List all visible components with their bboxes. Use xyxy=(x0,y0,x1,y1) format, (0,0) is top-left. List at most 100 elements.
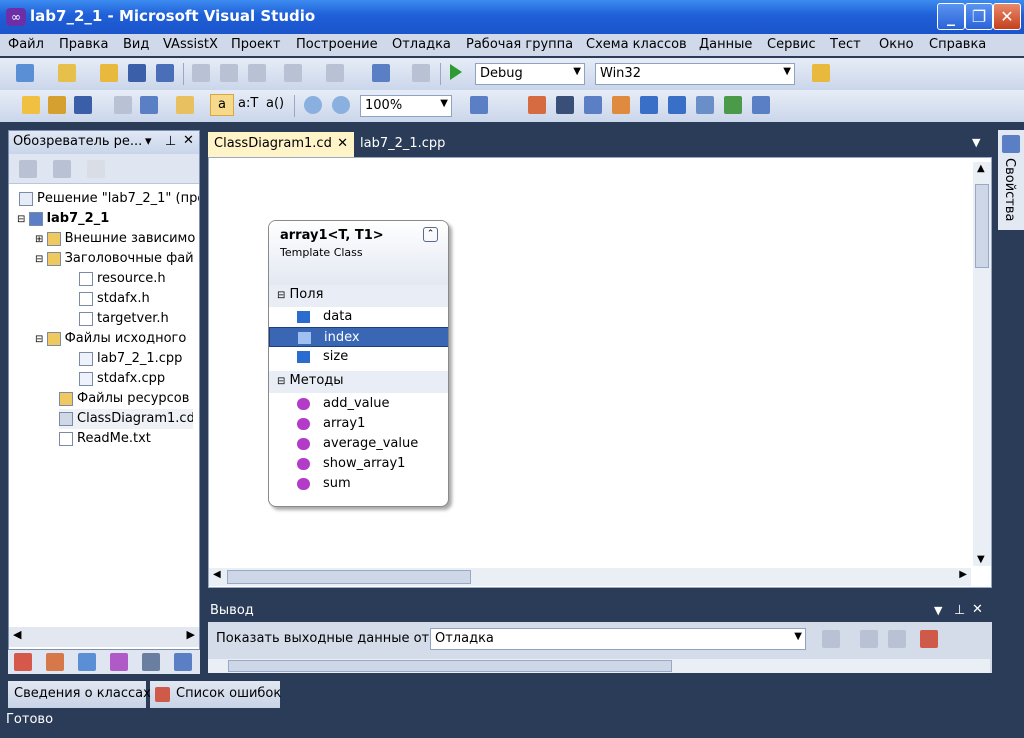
navigate-backward-icon[interactable] xyxy=(372,64,390,82)
close-button[interactable]: ✕ xyxy=(993,3,1021,30)
tree-item-readme[interactable]: ReadMe.txt xyxy=(59,429,199,449)
find-symbol-icon[interactable] xyxy=(584,96,602,114)
collapse-section-icon[interactable]: ⊟ xyxy=(277,376,285,387)
menu-item-test[interactable]: Тест xyxy=(830,37,861,52)
display-full-signature-button[interactable]: a() xyxy=(266,96,284,111)
collapse-section-icon[interactable]: ⊟ xyxy=(277,290,285,301)
spell-check-icon[interactable] xyxy=(724,96,742,114)
zoom-in-icon[interactable] xyxy=(304,96,322,114)
horizontal-scroll-thumb[interactable] xyxy=(227,570,471,584)
find-in-files-icon[interactable] xyxy=(812,64,830,82)
pin-icon[interactable]: ⊥ xyxy=(165,134,176,149)
collapse-shape-icon[interactable]: ⌃ xyxy=(423,227,438,242)
class-view-icon[interactable] xyxy=(528,96,546,114)
group-by-kind-icon[interactable] xyxy=(22,96,40,114)
next-message-icon[interactable] xyxy=(888,630,906,648)
server-explorer-tab-icon[interactable] xyxy=(46,653,64,671)
output-scroll-thumb[interactable] xyxy=(228,660,672,672)
copy-icon[interactable] xyxy=(220,64,238,82)
window-layout-icon[interactable] xyxy=(470,96,488,114)
field-size[interactable]: size xyxy=(269,347,448,367)
solution-configuration-select[interactable]: Debug ▼ xyxy=(475,63,585,85)
method-average-value[interactable]: average_value xyxy=(269,434,448,454)
property-manager-tab-icon[interactable] xyxy=(142,653,160,671)
pin-icon[interactable]: ⊥ xyxy=(954,603,965,618)
chevron-down-icon[interactable]: ▾ xyxy=(145,134,152,149)
method-show-array1[interactable]: show_array1 xyxy=(269,454,448,474)
diagram-horizontal-scrollbar[interactable]: ◀ ▶ xyxy=(209,568,971,586)
tree-item-resource-files[interactable]: Файлы ресурсов xyxy=(59,389,199,409)
solution-explorer-tab-icon[interactable] xyxy=(78,653,96,671)
output-horizontal-scrollbar[interactable] xyxy=(208,659,990,673)
menu-item-project[interactable]: Проект xyxy=(231,37,280,52)
properties-side-tab[interactable]: Свойства xyxy=(998,130,1024,230)
zoom-out-icon[interactable] xyxy=(332,96,350,114)
new-project-icon[interactable] xyxy=(16,64,34,82)
previous-message-icon[interactable] xyxy=(860,630,878,648)
menu-item-team[interactable]: Рабочая группа xyxy=(466,37,573,52)
method-add-value[interactable]: add_value xyxy=(269,394,448,414)
go-back-icon[interactable] xyxy=(640,96,658,114)
layout-diagram-icon[interactable] xyxy=(114,96,132,114)
tree-item-project[interactable]: ⊟ lab7_2_1 xyxy=(17,209,199,229)
tree-item-lab7-cpp[interactable]: lab7_2_1.cpp xyxy=(79,349,199,369)
go-forward-icon[interactable] xyxy=(668,96,686,114)
field-index[interactable]: index xyxy=(269,327,448,347)
sort-by-type-icon[interactable] xyxy=(48,96,66,114)
tab-lab7-cpp[interactable]: lab7_2_1.cpp xyxy=(354,132,464,157)
tab-class-details[interactable]: Сведения о классах xyxy=(8,681,151,708)
toolbox-tab-icon[interactable] xyxy=(14,653,32,671)
call-hierarchy-icon[interactable] xyxy=(612,96,630,114)
properties-window-icon[interactable] xyxy=(752,96,770,114)
menu-item-help[interactable]: Справка xyxy=(929,37,986,52)
team-explorer-tab-icon[interactable] xyxy=(174,653,192,671)
menu-item-data[interactable]: Данные xyxy=(699,37,752,52)
find-message-icon[interactable] xyxy=(822,630,840,648)
minimize-button[interactable]: _ xyxy=(937,3,965,30)
tree-item-class-diagram[interactable]: ClassDiagram1.cd xyxy=(59,409,193,429)
menu-item-vassistx[interactable]: VAssistX xyxy=(163,37,218,52)
tab-class-diagram[interactable]: ClassDiagram1.cd ✕ xyxy=(208,132,354,157)
solution-platform-select[interactable]: Win32 ▼ xyxy=(595,63,795,85)
display-name-and-type-button[interactable]: a:T xyxy=(238,96,258,111)
scroll-right-icon[interactable]: ▶ xyxy=(187,628,195,641)
paste-icon[interactable] xyxy=(248,64,266,82)
tree-item-solution[interactable]: Решение "lab7_2_1" (про xyxy=(19,189,199,209)
object-browser-icon[interactable] xyxy=(556,96,574,114)
show-all-files-icon[interactable] xyxy=(53,160,71,178)
close-icon[interactable]: ✕ xyxy=(972,602,983,617)
tree-item-external-deps[interactable]: ⊞ Внешние зависимо xyxy=(35,229,199,249)
bookmark-icon[interactable] xyxy=(696,96,714,114)
add-item-icon[interactable] xyxy=(58,64,76,82)
export-diagram-icon[interactable] xyxy=(176,96,194,114)
maximize-button[interactable]: ❐ xyxy=(965,3,993,30)
menu-item-window[interactable]: Окно xyxy=(879,37,914,52)
navigate-forward-icon[interactable] xyxy=(412,64,430,82)
menu-item-edit[interactable]: Правка xyxy=(59,37,108,52)
tree-item-resource-h[interactable]: resource.h xyxy=(79,269,199,289)
tree-item-header-files[interactable]: ⊟ Заголовочные фай xyxy=(35,249,199,269)
cut-icon[interactable] xyxy=(192,64,210,82)
save-icon[interactable] xyxy=(128,64,146,82)
display-name-button[interactable]: a xyxy=(210,94,234,116)
chevron-down-icon[interactable]: ▼ xyxy=(934,604,942,617)
start-debugging-icon[interactable] xyxy=(450,64,462,80)
tab-list-dropdown-icon[interactable]: ▼ xyxy=(972,136,980,149)
scroll-up-icon[interactable]: ▲ xyxy=(977,163,985,174)
menu-item-view[interactable]: Вид xyxy=(123,37,149,52)
menu-item-tools[interactable]: Сервис xyxy=(767,37,816,52)
save-all-icon[interactable] xyxy=(156,64,174,82)
vertical-scroll-thumb[interactable] xyxy=(975,184,989,268)
properties-icon[interactable] xyxy=(19,160,37,178)
view-class-diagram-icon[interactable] xyxy=(87,160,105,178)
methods-section-header[interactable]: ⊟ Методы xyxy=(269,371,448,393)
method-array1[interactable]: array1 xyxy=(269,414,448,434)
tab-error-list[interactable]: Список ошибок xyxy=(150,681,281,708)
menu-item-debug[interactable]: Отладка xyxy=(392,37,451,52)
field-data[interactable]: data xyxy=(269,307,448,327)
scroll-left-icon[interactable]: ◀ xyxy=(213,569,221,580)
clear-all-icon[interactable] xyxy=(920,630,938,648)
diagram-vertical-scrollbar[interactable]: ▲ ▼ xyxy=(973,162,991,566)
scroll-left-icon[interactable]: ◀ xyxy=(13,628,21,641)
output-source-select[interactable]: Отладка ▼ xyxy=(430,628,806,650)
